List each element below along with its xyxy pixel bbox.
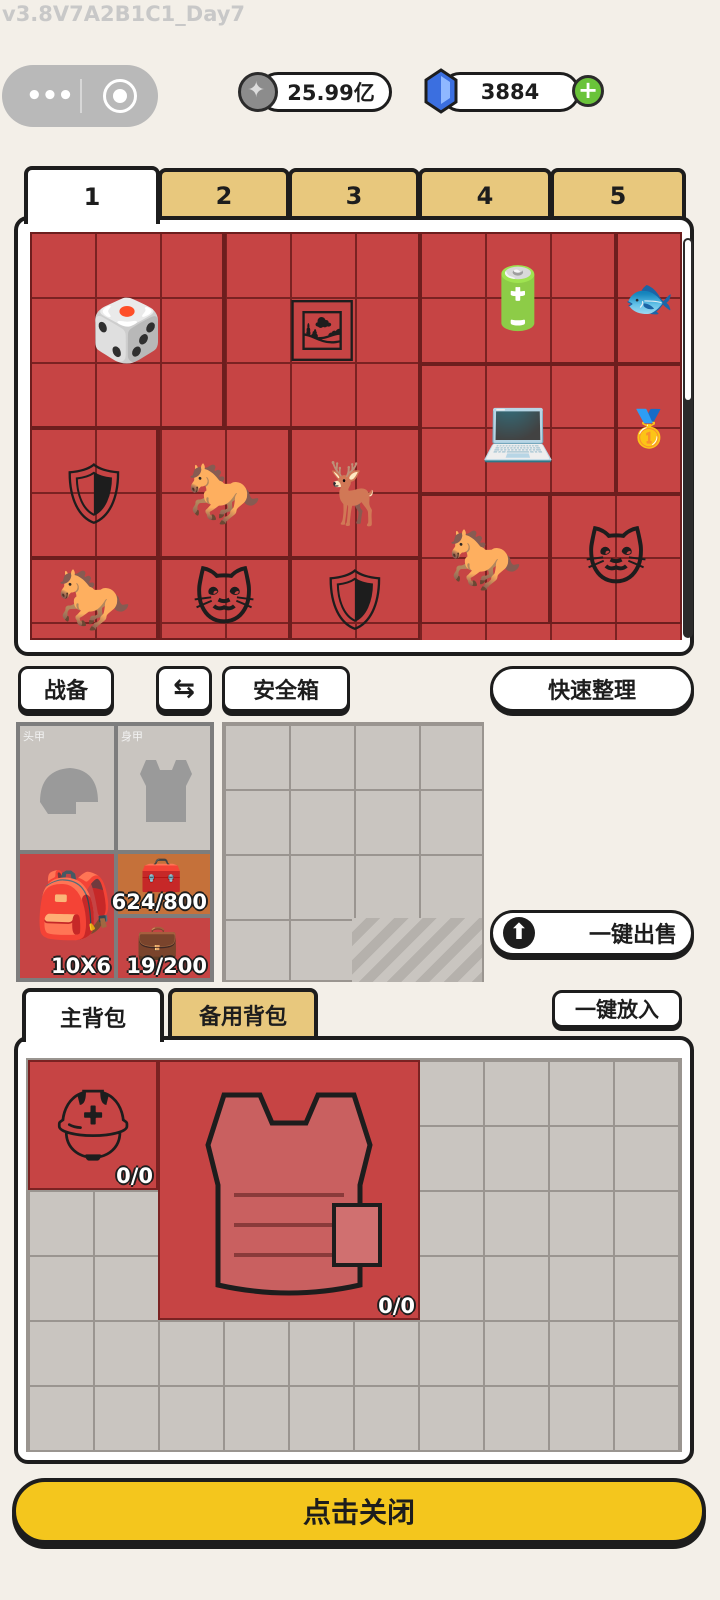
swap-button[interactable]: ⇆ [156, 666, 212, 712]
framed-painting-icon[interactable]: 🖼 [224, 232, 420, 428]
jade-horse-icon[interactable]: 🐎 [158, 428, 290, 558]
helmet-durability: 0/0 [116, 1164, 153, 1188]
cat-figurine-icon[interactable]: 🐱 [158, 558, 290, 640]
lion-disc-icon[interactable]: 🛡 [30, 428, 158, 558]
golden-deer-icon[interactable]: 🦌 [290, 428, 420, 558]
tab-main-backpack[interactable]: 主背包 [22, 988, 164, 1042]
laptop-icon[interactable]: 💻 [420, 364, 616, 494]
backpack-grid[interactable]: ⛑ 0/0 0/0 [26, 1058, 682, 1452]
coin-amount: 25.99亿 [287, 81, 375, 105]
close-button[interactable]: 点击关闭 [12, 1478, 706, 1544]
gear-button[interactable]: 战备 [18, 666, 114, 712]
put-all-button[interactable]: 一键放入 [552, 990, 682, 1028]
tab-storage-2[interactable]: 2 [158, 168, 290, 220]
vest-item[interactable]: 0/0 [158, 1060, 420, 1320]
target-icon[interactable] [103, 79, 137, 113]
helmet-slot[interactable]: 头甲 [18, 724, 116, 852]
more-dots-icon[interactable]: ••• [26, 83, 74, 109]
cat-figurine-icon[interactable]: 🐱 [550, 494, 682, 624]
gem-amount: 3884 [480, 80, 540, 104]
helmet-icon: ⛑ [48, 1083, 138, 1166]
helmet-slot-label: 头甲 [23, 730, 45, 743]
chest-rig-count: 624/800 [111, 890, 207, 914]
sell-all-label: 一键出售 [588, 923, 677, 948]
gem-counter: 3884 [440, 72, 580, 112]
storage-scroll-thumb[interactable] [685, 240, 691, 400]
helmet-placeholder-icon [40, 768, 98, 814]
chest-rig-slot[interactable]: 🧰 624/800 [112, 852, 212, 916]
koi-statue-icon[interactable]: 🐟 [616, 232, 682, 364]
gold-bar-icon[interactable]: 🥇 [616, 364, 682, 494]
backpack-slot[interactable]: 🎒 10X6 [18, 852, 116, 980]
lion-disc-icon[interactable]: 🛡 [290, 558, 420, 640]
coin-counter: 25.99亿 [258, 72, 392, 112]
storage-grid[interactable]: 🎲 🖼 🔋 🐟 💻 🥇 🛡 🐎 🦌 🐎 🐱 🐎 🐱 🛡 [30, 232, 682, 640]
tab-spare-backpack[interactable]: 备用背包 [168, 988, 318, 1038]
version-label: v3.8V7A2B1C1_Day7 [2, 2, 246, 26]
case-count: 19/200 [126, 954, 207, 978]
armor-placeholder-icon [140, 760, 192, 822]
tab-storage-1[interactable]: 1 [24, 166, 160, 224]
tab-storage-4[interactable]: 4 [418, 168, 552, 220]
quick-sort-button[interactable]: 快速整理 [490, 666, 694, 712]
battery-pack-icon[interactable]: 🔋 [420, 232, 616, 364]
upload-arrow-icon: ⬆ [503, 917, 535, 949]
tab-storage-3[interactable]: 3 [288, 168, 420, 220]
safe-box-grid[interactable] [222, 722, 484, 982]
plus-icon[interactable]: + [572, 75, 604, 107]
case-slot[interactable]: 💼 19/200 [116, 916, 212, 980]
locked-slots [352, 918, 482, 982]
helmet-item[interactable]: ⛑ 0/0 [28, 1060, 158, 1190]
vest-durability: 0/0 [378, 1294, 415, 1318]
equipment-panel: 头甲 身甲 🎒 10X6 🧰 624/800 💼 19/200 [16, 722, 214, 982]
capsule-divider [80, 79, 82, 113]
armor-slot[interactable]: 身甲 [116, 724, 212, 852]
coin-icon [238, 72, 278, 112]
crystal-icon [424, 68, 458, 114]
safe-box-button[interactable]: 安全箱 [222, 666, 350, 712]
go-board-icon[interactable]: 🎲 [30, 232, 224, 428]
backpack-size: 10X6 [50, 954, 111, 978]
tab-storage-5[interactable]: 5 [550, 168, 686, 220]
miniprogram-capsule: ••• [2, 65, 158, 127]
jade-horse-icon[interactable]: 🐎 [420, 494, 550, 624]
sell-all-button[interactable]: ⬆ 一键出售 [490, 910, 694, 956]
backpack-icon: 🎒 [34, 869, 114, 943]
jade-horse-icon[interactable]: 🐎 [30, 558, 158, 640]
armor-vest-icon [205, 1092, 382, 1296]
armor-slot-label: 身甲 [121, 730, 143, 743]
swap-arrows-icon: ⇆ [173, 674, 195, 704]
